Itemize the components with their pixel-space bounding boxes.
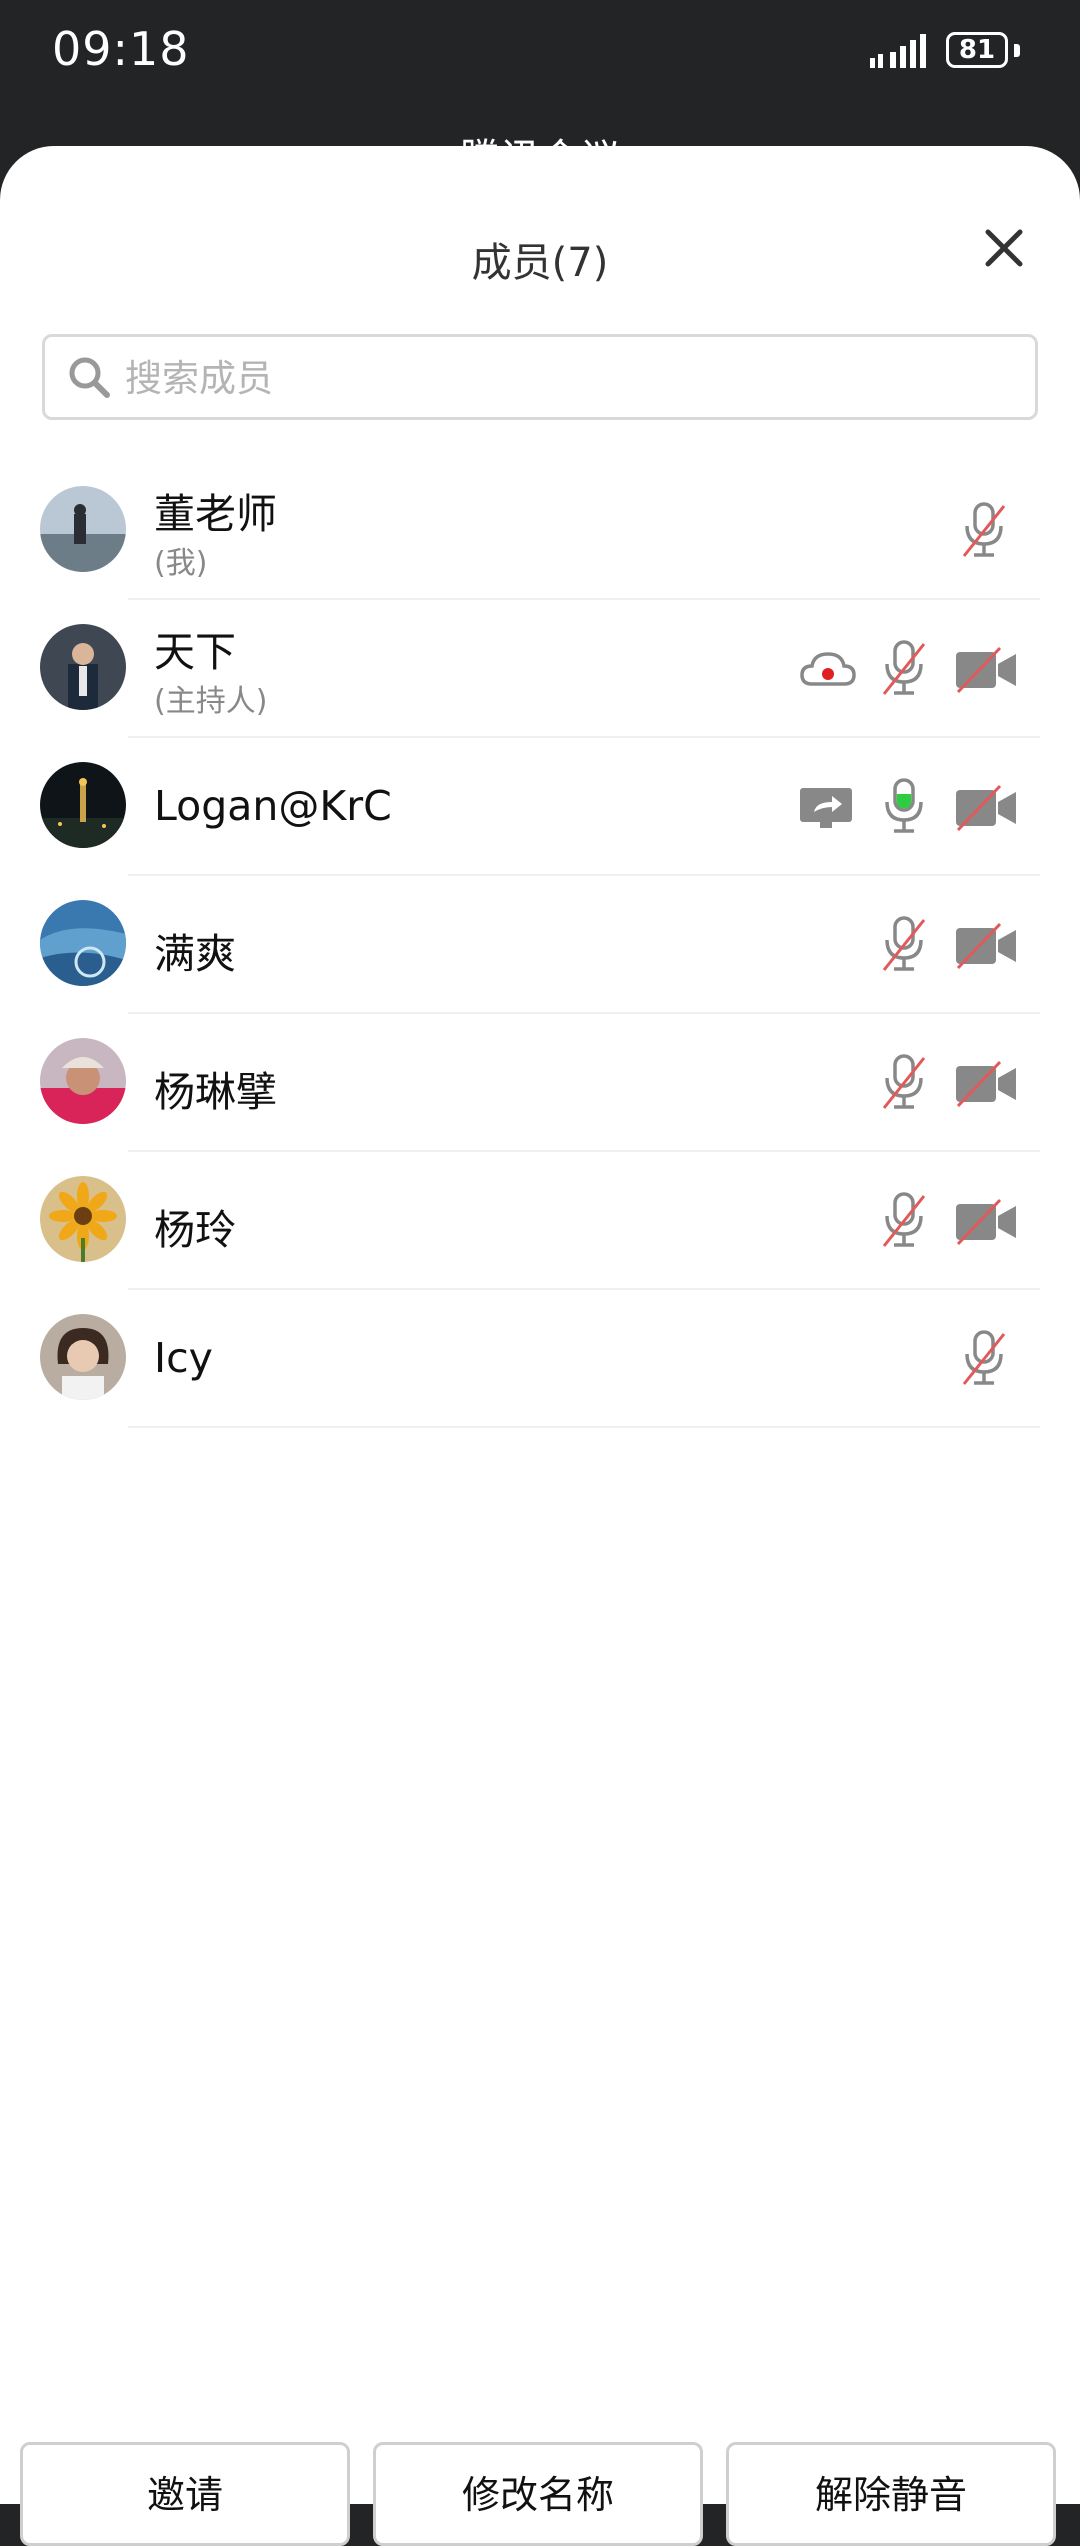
- camera-off-icon[interactable]: [954, 644, 1018, 696]
- avatar: [40, 624, 126, 710]
- battery-level: 81: [946, 32, 1008, 68]
- camera-off-icon[interactable]: [954, 1058, 1018, 1110]
- microphone-muted-icon[interactable]: [878, 914, 930, 974]
- member-role: (我): [154, 546, 208, 581]
- avatar: [40, 1038, 126, 1124]
- member-row[interactable]: 董老师 (我): [0, 462, 1080, 600]
- signal-icon: [870, 34, 926, 68]
- member-name: Icy: [154, 1334, 213, 1382]
- member-row[interactable]: 杨琳擘: [0, 1014, 1080, 1152]
- microphone-muted-icon[interactable]: [878, 1052, 930, 1112]
- panel-title: 成员(7): [471, 240, 609, 286]
- unmute-button[interactable]: 解除静音: [726, 2442, 1056, 2546]
- avatar: [40, 900, 126, 986]
- invite-button[interactable]: 邀请: [20, 2442, 350, 2546]
- member-name: 杨玲: [154, 1206, 236, 1254]
- member-name: Logan@KrC: [154, 782, 392, 830]
- screen-share-icon: [800, 788, 852, 828]
- member-row[interactable]: 天下 (主持人): [0, 600, 1080, 738]
- camera-off-icon[interactable]: [954, 782, 1018, 834]
- member-name: 杨琳擘: [154, 1068, 277, 1116]
- search-icon: [69, 357, 110, 398]
- status-bar: 09:18 81: [0, 0, 1080, 110]
- close-icon[interactable]: [976, 220, 1032, 276]
- avatar: [40, 762, 126, 848]
- avatar: [40, 1314, 126, 1400]
- avatar: [40, 1176, 126, 1262]
- member-row[interactable]: 满爽: [0, 876, 1080, 1014]
- member-list: 董老师 (我) 天下 (主持人) Logan@KrC 满爽 杨琳擘 杨玲 Icy: [0, 462, 1080, 1428]
- member-name: 满爽: [154, 930, 236, 978]
- rename-button[interactable]: 修改名称: [373, 2442, 703, 2546]
- member-row[interactable]: Logan@KrC: [0, 738, 1080, 876]
- camera-off-icon[interactable]: [954, 1196, 1018, 1248]
- microphone-active-icon[interactable]: [878, 776, 930, 836]
- search-box[interactable]: [42, 334, 1038, 420]
- member-name: 天下: [154, 628, 236, 676]
- member-name: 董老师: [154, 490, 277, 538]
- microphone-muted-icon[interactable]: [958, 1328, 1010, 1388]
- microphone-muted-icon[interactable]: [878, 638, 930, 698]
- members-panel: 成员(7) 董老师 (我): [0, 146, 1080, 2546]
- search-input[interactable]: [123, 341, 1007, 415]
- member-role: (主持人): [154, 684, 268, 719]
- member-row[interactable]: Icy: [0, 1290, 1080, 1428]
- camera-off-icon[interactable]: [954, 920, 1018, 972]
- divider: [128, 1426, 1040, 1428]
- cloud-recording-icon: [800, 652, 856, 686]
- microphone-muted-icon[interactable]: [958, 500, 1010, 560]
- microphone-muted-icon[interactable]: [878, 1190, 930, 1250]
- status-time: 09:18: [52, 22, 190, 76]
- avatar: [40, 486, 126, 572]
- member-row[interactable]: 杨玲: [0, 1152, 1080, 1290]
- battery-icon: 81: [946, 32, 1020, 72]
